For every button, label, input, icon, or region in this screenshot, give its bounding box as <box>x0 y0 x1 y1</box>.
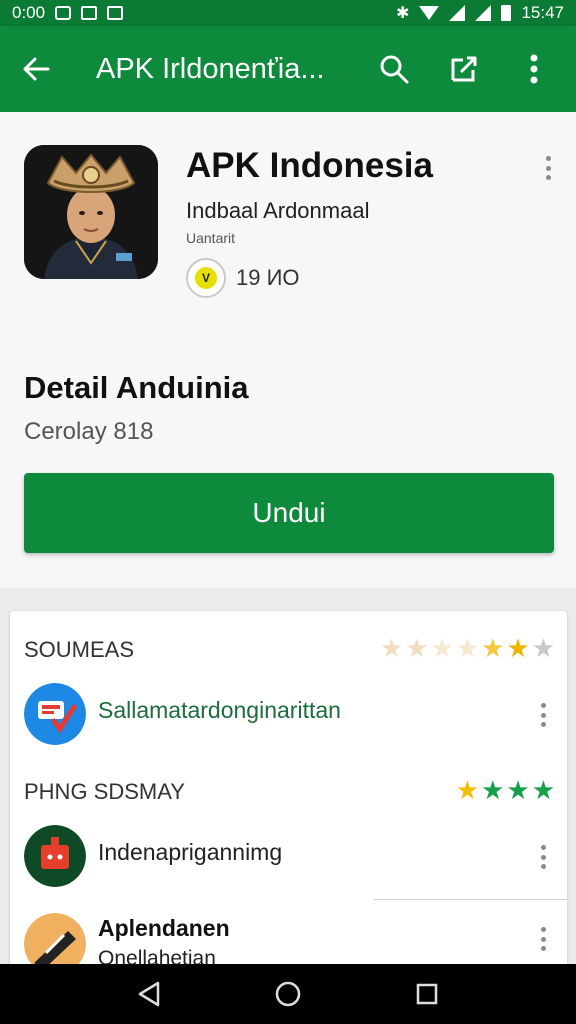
app-avatar <box>24 683 86 745</box>
app-category: Uantarit <box>186 230 236 246</box>
item-more-icon[interactable] <box>531 699 555 731</box>
status-time-left: 0:00 <box>12 3 46 22</box>
app-bar-title: APK Irldonenťia... <box>96 52 325 85</box>
back-arrow-icon[interactable] <box>0 26 72 112</box>
notification-icon <box>55 6 72 20</box>
divider <box>374 899 567 900</box>
item-more-icon[interactable] <box>531 841 555 873</box>
star-icon: ★ <box>481 775 505 805</box>
rating-badge: V 19 ИO <box>186 258 300 298</box>
item-more-icon[interactable] <box>531 923 555 955</box>
star-icon: ★ <box>531 775 555 805</box>
app-avatar <box>24 825 86 887</box>
star-icon: ★ <box>430 633 454 663</box>
section-rating-stars: ★ ★ ★ ★ ★ ★ ★ <box>380 635 555 661</box>
signal-icon-2 <box>475 5 492 21</box>
star-icon: ★ <box>455 775 480 805</box>
app-developer[interactable]: Indbaal Ardonmaal <box>186 198 369 224</box>
status-time-right: 15:47 <box>521 3 564 22</box>
battery-icon <box>501 5 512 21</box>
system-nav-bar <box>0 964 576 1024</box>
more-vert-icon[interactable] <box>506 41 562 97</box>
star-icon: ★ <box>455 633 480 663</box>
app-avatar <box>24 913 86 971</box>
nav-home-icon[interactable] <box>258 964 318 1024</box>
signal-icon <box>449 5 466 21</box>
content-rating-icon: V <box>186 258 226 298</box>
list-item-label: Aplendanen <box>98 915 230 941</box>
star-icon: ★ <box>506 775 530 805</box>
detail-title: Detail Anduinia <box>24 370 249 405</box>
app-bar: APK Irldonenťia... <box>0 26 576 112</box>
badge-value: 19 ИO <box>236 265 300 290</box>
nav-back-icon[interactable] <box>119 964 179 1024</box>
app-icon <box>24 145 158 279</box>
section-heading: SOUMEAS <box>24 637 135 662</box>
status-bar: 0:00 ✱ 15:47 <box>0 0 576 26</box>
list-item-label: Sallamatardonginarittan <box>98 697 341 723</box>
nav-recents-icon[interactable] <box>397 964 457 1024</box>
install-button[interactable]: Undui <box>24 473 554 553</box>
app-details-card: APK Indonesia Indbaal Ardonmaal Uantarit… <box>0 112 576 588</box>
star-icon: ★ <box>481 633 505 663</box>
star-icon: ★ <box>531 633 555 663</box>
download-icon <box>107 6 124 20</box>
bluetooth-icon: ✱ <box>396 5 410 22</box>
section-heading: PHNG SDSMAY <box>24 779 185 804</box>
star-icon: ★ <box>379 633 404 663</box>
recommendations-card: SOUMEAS ★ ★ ★ ★ ★ ★ ★ Sallamatardonginarittan … <box>10 611 567 971</box>
wifi-icon <box>419 6 440 20</box>
screen: 0:00 ✱ 15:47 APK Irldonenťia... APK Indo… <box>0 0 576 1024</box>
content-rating-glyph: V <box>195 267 217 289</box>
list-item[interactable]: Sallamatardonginarittan <box>10 677 567 749</box>
star-icon: ★ <box>405 633 429 663</box>
share-icon[interactable] <box>436 41 492 97</box>
card-more-icon[interactable] <box>536 152 560 184</box>
list-item[interactable]: Aplendanen Onellahetian <box>10 907 567 971</box>
search-icon[interactable] <box>366 41 422 97</box>
list-item-label: Indenaprigannimg <box>98 839 283 865</box>
notification-icon-2 <box>81 6 98 20</box>
section-rating-stars: ★ ★ ★ ★ <box>456 777 555 803</box>
list-item[interactable]: Indenaprigannimg <box>10 819 567 891</box>
star-icon: ★ <box>506 633 530 663</box>
app-title: APK Indonesia <box>186 146 433 185</box>
detail-size: Cerolay 818 <box>24 418 154 445</box>
